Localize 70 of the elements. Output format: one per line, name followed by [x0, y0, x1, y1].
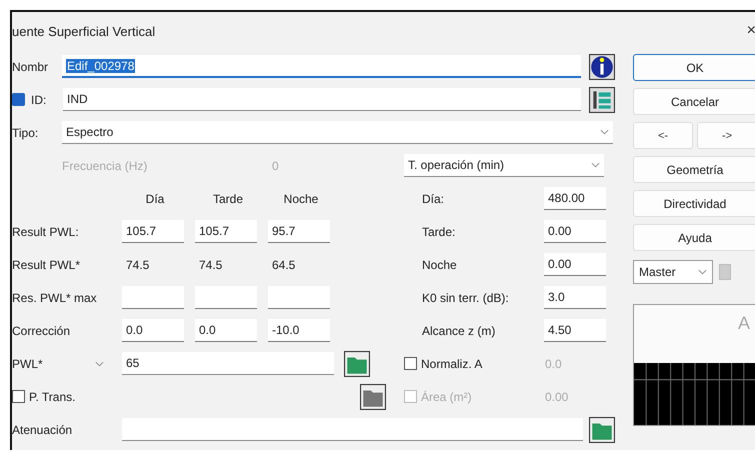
info-icon[interactable]	[589, 54, 615, 80]
field-label: Alcance z (m)	[421, 324, 496, 338]
chevron-icon	[600, 129, 609, 135]
row-label: Res. PWL* max	[12, 290, 98, 304]
value-field[interactable]: 74.5	[195, 253, 257, 276]
chart-label: A	[738, 313, 750, 334]
dialog-button[interactable]: Ayuda	[633, 224, 755, 251]
time-field[interactable]: 480.00	[544, 187, 606, 210]
value-field[interactable]: 64.5	[268, 253, 330, 276]
row-label: Atenuación	[12, 422, 74, 436]
field-label: Día:	[421, 192, 446, 206]
checkbox-label: P. Trans.	[28, 390, 76, 404]
empty-field[interactable]	[122, 286, 184, 309]
chevron-icon	[591, 162, 600, 168]
operation-select[interactable]: T. operación (min)	[404, 154, 604, 177]
value-field[interactable]: 0.0	[195, 319, 257, 342]
nav-button[interactable]: <-	[633, 122, 693, 149]
close-button[interactable]: ×	[746, 22, 755, 40]
value-field[interactable]: 105.7	[122, 220, 184, 243]
reach-field[interactable]: 4.50	[544, 319, 606, 342]
pwl-field[interactable]: 65	[122, 352, 334, 375]
row-label: Corrección	[12, 324, 72, 338]
value-field[interactable]: 0.0	[122, 319, 184, 342]
empty-field[interactable]	[268, 286, 330, 309]
folder-icon[interactable]	[360, 384, 386, 410]
type-select[interactable]: Espectro	[62, 121, 613, 144]
dialog-button[interactable]: Cancelar	[633, 88, 755, 115]
value-field[interactable]: -10.0	[268, 319, 330, 342]
attenuation-field[interactable]	[122, 418, 583, 441]
time-field[interactable]: 0.00	[544, 253, 606, 276]
checkbox[interactable]	[12, 93, 25, 106]
folder-icon[interactable]	[344, 350, 370, 376]
checkbox-label: Normaliz. A	[420, 356, 484, 370]
dialog-button[interactable]: Geometría	[633, 156, 755, 183]
field-label: K0 sin terr. (dB):	[421, 290, 510, 304]
frequency-value: 0	[271, 158, 280, 172]
chevron-icon	[95, 360, 104, 366]
nav-button[interactable]: ->	[697, 122, 755, 149]
checkbox-label: Área (m²)	[420, 390, 473, 404]
k0-field[interactable]: 3.0	[544, 286, 606, 309]
row-label: Result PWL:	[12, 224, 80, 238]
field-label: Noche	[421, 258, 458, 272]
normaliz-value: 0.0	[544, 356, 563, 372]
id-field[interactable]: IND	[63, 88, 581, 111]
column-header: Noche	[282, 190, 320, 208]
checkbox[interactable]	[404, 357, 417, 370]
dialog-button[interactable]: OK	[633, 54, 755, 81]
empty-field[interactable]	[195, 286, 257, 309]
time-field[interactable]: 0.00	[544, 220, 606, 243]
column-header: Tarde	[212, 190, 244, 208]
field-label: Tarde:	[421, 224, 456, 238]
pwl-select[interactable]: PWL*	[12, 356, 112, 370]
field-label: Tipo:	[12, 126, 40, 140]
tree-icon[interactable]	[589, 86, 615, 112]
folder-icon[interactable]	[589, 416, 615, 442]
area-value: 0.00	[544, 388, 570, 406]
frequency-label: Frecuencia (Hz)	[61, 158, 148, 172]
dialog-button[interactable]: Directividad	[633, 190, 755, 217]
value-field[interactable]: 105.7	[195, 220, 257, 243]
value-field[interactable]: 95.7	[268, 220, 330, 243]
window-title: uente Superficial Vertical	[12, 24, 156, 38]
row-label: Result PWL*	[12, 258, 82, 272]
column-header: Día	[144, 190, 166, 208]
value-field[interactable]: 74.5	[122, 253, 184, 276]
field-label: Nombr	[12, 60, 50, 74]
checkbox[interactable]	[12, 390, 25, 403]
master-select[interactable]: Master	[633, 260, 713, 284]
name-field[interactable]: Edif_002978	[62, 55, 581, 78]
chevron-icon	[698, 268, 707, 274]
field-label: ID:	[31, 92, 48, 106]
